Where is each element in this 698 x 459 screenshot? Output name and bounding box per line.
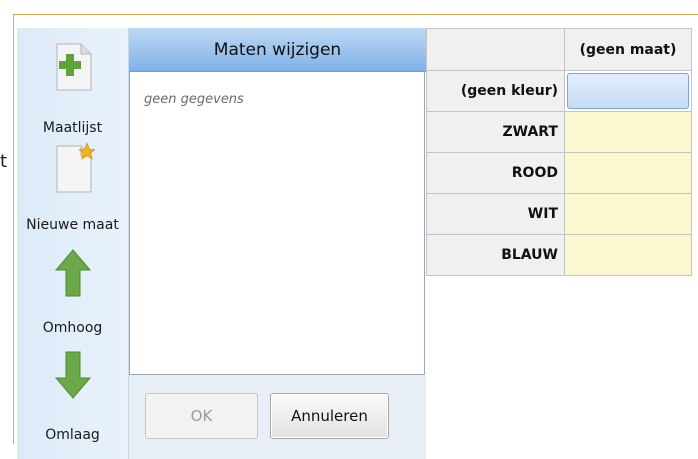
grid-cell[interactable] xyxy=(564,111,692,153)
clipped-text-fragment: t xyxy=(0,151,8,172)
toolbar-button-nieuwe-maat[interactable]: Nieuwe maat xyxy=(17,138,128,248)
dialog-footer: OK Annuleren xyxy=(129,375,426,459)
window-frame-top xyxy=(13,14,698,15)
sizes-list[interactable]: geen gegevens xyxy=(129,72,425,375)
toolbar-label: Omhoog xyxy=(42,320,103,336)
window-frame-left xyxy=(13,14,14,444)
row-header: (geen kleur) xyxy=(426,70,565,112)
ok-button[interactable]: OK xyxy=(145,393,258,439)
row-header: ZWART xyxy=(426,111,565,153)
grid-corner-cell xyxy=(426,28,565,71)
size-color-grid: (geen maat) (geen kleur) ZWART ROOD WIT … xyxy=(426,28,692,276)
toolbar-label: Maatlijst xyxy=(42,120,103,136)
arrow-up-icon xyxy=(54,248,92,302)
toolbar-button-omlaag[interactable]: Omlaag xyxy=(17,346,128,456)
empty-list-text: geen gegevens xyxy=(144,92,244,107)
grid-cell[interactable] xyxy=(564,193,692,235)
toolbar-label: Omlaag xyxy=(45,427,100,443)
row-header: WIT xyxy=(426,193,565,235)
cancel-button[interactable]: Annuleren xyxy=(270,393,389,439)
grid-cell-selected[interactable] xyxy=(564,70,692,112)
document-add-icon xyxy=(51,42,95,96)
row-header: BLAUW xyxy=(426,234,565,276)
dialog-title: Maten wijzigen xyxy=(129,28,426,72)
grid-cell[interactable] xyxy=(564,152,692,194)
new-document-star-icon xyxy=(51,142,96,198)
arrow-down-icon xyxy=(54,350,92,404)
row-header: ROOD xyxy=(426,152,565,194)
toolbar-button-maatlijst[interactable]: Maatlijst xyxy=(17,36,128,146)
toolbar-button-omhoog[interactable]: Omhoog xyxy=(17,243,128,353)
toolbar-label: Nieuwe maat xyxy=(26,217,119,233)
column-header: (geen maat) xyxy=(564,28,692,71)
grid-cell[interactable] xyxy=(564,234,692,276)
side-toolbar: Maatlijst Nieuwe maat Omhoog Omlaag xyxy=(17,28,129,459)
